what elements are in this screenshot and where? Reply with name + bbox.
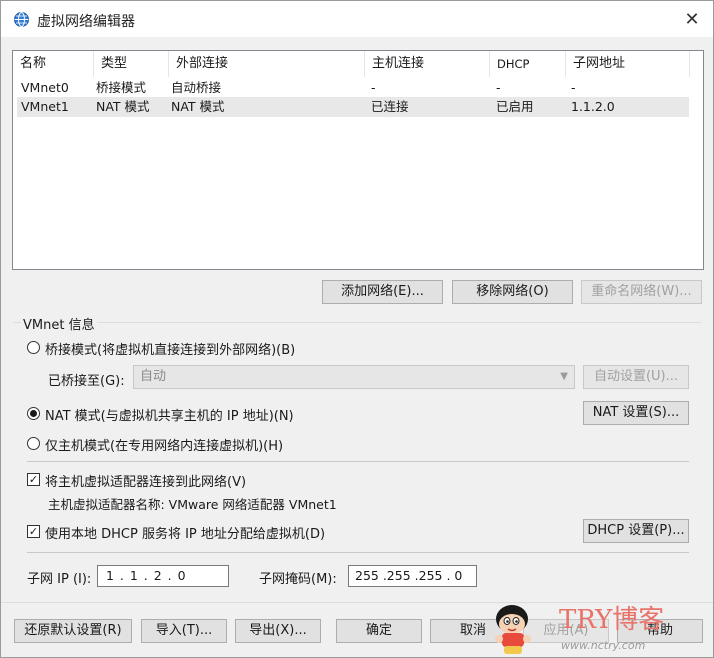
dhcp-label[interactable]: 使用本地 DHCP 服务将 IP 地址分配给虚拟机(D): [45, 523, 325, 542]
row-cell-host: 已连接: [371, 99, 409, 114]
adapter-name-label: 主机虚拟适配器名称: VMware 网络适配器 VMnet1: [48, 497, 337, 512]
cartoon-mascot-logo: [495, 605, 531, 654]
row-cell-subnet: 1.1.2.0: [571, 99, 615, 114]
rename-network-button[interactable]: 重命名网络(W)...: [581, 280, 702, 304]
host-only-mode-radio[interactable]: [27, 437, 40, 450]
ok-button[interactable]: 确定: [336, 619, 422, 643]
subnet-ip-input[interactable]: 1 . 1 . 2 . 0: [97, 565, 229, 587]
group-divider: [13, 322, 701, 323]
network-globe-icon: [14, 12, 29, 27]
restore-defaults-button[interactable]: 还原默认设置(R): [14, 619, 132, 643]
auto-settings-button[interactable]: 自动设置(U)...: [583, 365, 689, 389]
row-cell-name: VMnet0: [21, 80, 69, 95]
row-cell-dhcp: -: [496, 80, 501, 95]
network-list-header: 名称 类型 外部连接 主机连接 DHCP 子网地址: [13, 51, 703, 77]
import-button[interactable]: 导入(T)...: [141, 619, 227, 643]
watermark-url: www.nctry.com: [561, 639, 646, 652]
bridged-mode-label[interactable]: 桥接模式(将虚拟机直接连接到外部网络)(B): [45, 339, 295, 358]
title-bar: 虚拟网络编辑器 ✕: [1, 1, 713, 37]
export-button[interactable]: 导出(X)...: [235, 619, 321, 643]
chevron-down-icon: ▼: [560, 371, 568, 382]
bridged-to-select[interactable]: 自动 ▼: [133, 365, 575, 389]
column-header-external[interactable]: 外部连接: [169, 51, 365, 77]
column-header-subnet[interactable]: 子网地址: [566, 51, 690, 77]
connect-adapter-checkbox[interactable]: ✓: [27, 473, 40, 486]
close-icon[interactable]: ✕: [681, 9, 703, 31]
subnet-mask-input[interactable]: 255 .255 .255 . 0: [348, 565, 477, 587]
dhcp-settings-button[interactable]: DHCP 设置(P)...: [583, 519, 689, 543]
row-cell-host: -: [371, 80, 376, 95]
nat-settings-button[interactable]: NAT 设置(S)...: [583, 401, 689, 425]
add-network-button[interactable]: 添加网络(E)...: [322, 280, 443, 304]
section-separator: [27, 552, 689, 553]
column-header-type[interactable]: 类型: [94, 51, 169, 77]
column-header-dhcp[interactable]: DHCP: [490, 51, 566, 77]
connect-adapter-label[interactable]: 将主机虚拟适配器连接到此网络(V): [45, 471, 246, 490]
column-header-name[interactable]: 名称: [13, 51, 94, 77]
subnet-mask-label: 子网掩码(M):: [259, 572, 337, 587]
row-cell-name: VMnet1: [21, 99, 69, 114]
window-title: 虚拟网络编辑器: [37, 14, 135, 30]
row-cell-dhcp: 已启用: [496, 99, 534, 114]
nat-mode-label[interactable]: NAT 模式(与虚拟机共享主机的 IP 地址)(N): [45, 405, 294, 424]
bridged-to-label: 已桥接至(G):: [48, 374, 125, 389]
column-header-host[interactable]: 主机连接: [365, 51, 490, 77]
network-list[interactable]: 名称 类型 外部连接 主机连接 DHCP 子网地址 VMnet0 桥接模式 自动…: [12, 50, 704, 270]
remove-network-button[interactable]: 移除网络(O): [452, 280, 573, 304]
table-row[interactable]: VMnet0 桥接模式 自动桥接 - - -: [17, 78, 689, 98]
row-cell-external: 自动桥接: [171, 80, 222, 95]
virtual-network-editor-window: 虚拟网络编辑器 ✕ 名称 类型 外部连接 主机连接 DHCP 子网地址 VMne…: [0, 0, 714, 658]
table-row-selected[interactable]: VMnet1 NAT 模式 NAT 模式 已连接 已启用 1.1.2.0: [17, 97, 689, 117]
radio-selected-dot: [30, 410, 37, 417]
row-cell-type: 桥接模式: [96, 80, 147, 95]
subnet-ip-label: 子网 IP (I):: [27, 572, 92, 587]
dhcp-checkbox[interactable]: ✓: [27, 525, 40, 538]
row-cell-type: NAT 模式: [96, 99, 150, 114]
vmnet-info-group-label: VMnet 信息: [21, 314, 97, 333]
host-only-mode-label[interactable]: 仅主机模式(在专用网络内连接虚拟机)(H): [45, 435, 283, 454]
row-cell-subnet: -: [571, 80, 576, 95]
nat-mode-radio[interactable]: [27, 407, 40, 420]
section-separator: [27, 461, 689, 462]
bridged-mode-radio[interactable]: [27, 341, 40, 354]
bridged-to-value: 自动: [140, 369, 167, 384]
row-cell-external: NAT 模式: [171, 99, 225, 114]
watermark-brand: TRY博客: [559, 605, 665, 635]
